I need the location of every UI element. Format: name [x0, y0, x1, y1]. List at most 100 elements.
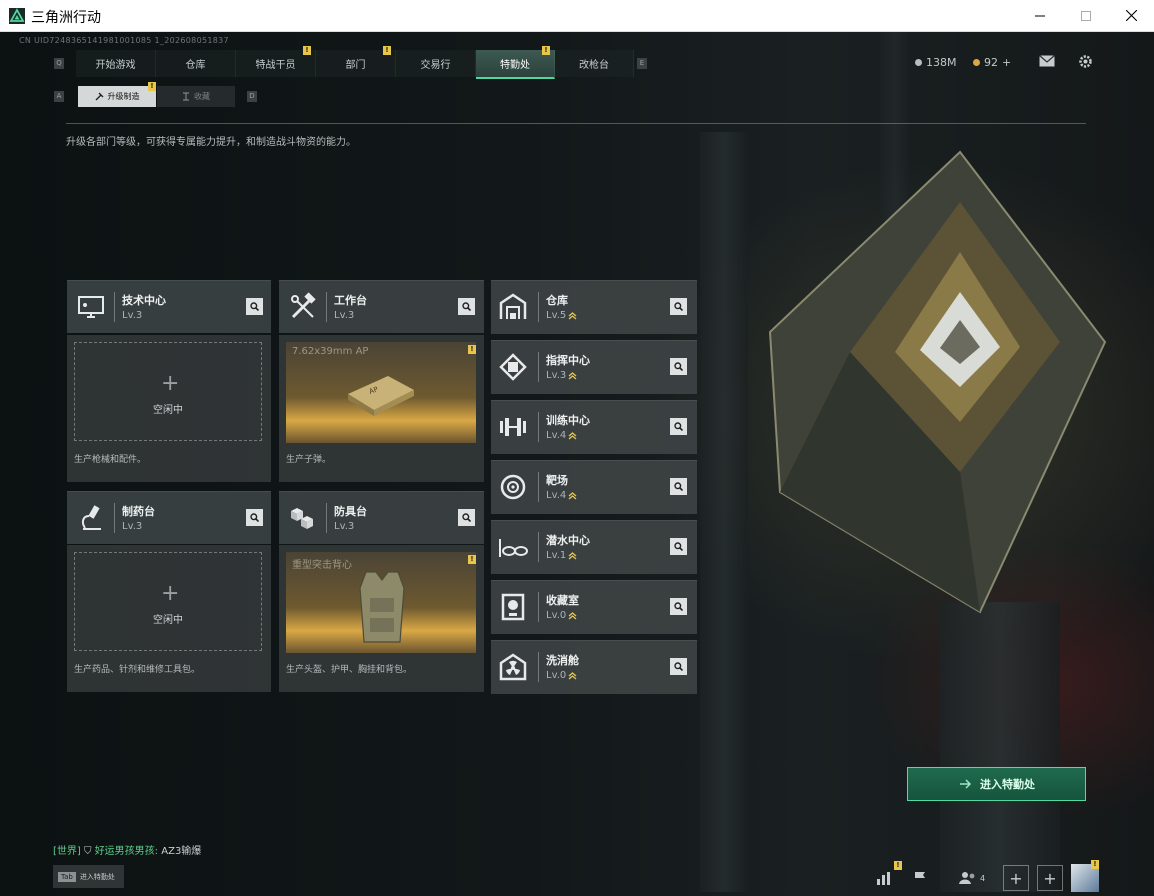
nav-next-key[interactable]: E [637, 58, 647, 69]
slot-status: 空闲中 [153, 405, 183, 416]
close-button[interactable] [1108, 0, 1154, 31]
workshop-workbench-header[interactable]: 工作台 Lv.3 [279, 280, 484, 333]
production-slot[interactable]: 7.62x39mm AP ! AP [286, 342, 476, 443]
enter-special-ops-button[interactable]: 进入特勤处 [907, 767, 1086, 801]
magnifier-icon [250, 513, 259, 522]
tab-label: 改枪台 [579, 60, 609, 71]
inspect-button[interactable] [670, 298, 687, 315]
settings-gear-icon[interactable] [1078, 54, 1093, 69]
tab-hint-label: 进入特勤处 [79, 872, 115, 881]
tab-trading[interactable]: 交易行 [396, 50, 476, 77]
tab-shortcut-hint[interactable]: Tab 进入特勤处 [53, 865, 124, 888]
workshop-description: 生产枪械和配件。 [74, 455, 147, 465]
facility-level: Lv.4 [546, 430, 577, 441]
magnifier-icon [674, 482, 683, 491]
inspect-button[interactable] [670, 658, 687, 675]
inspect-button[interactable] [670, 358, 687, 375]
stats-button[interactable]: ! [870, 861, 902, 891]
facility-diving-center[interactable]: 潜水中心 Lv.1 [491, 520, 697, 574]
inspect-button[interactable] [670, 538, 687, 555]
tab-operators[interactable]: 特战干员 ! [236, 46, 316, 77]
inspect-button[interactable] [670, 418, 687, 435]
tab-gunsmith[interactable]: 改枪台 [555, 50, 634, 77]
separator [326, 292, 327, 322]
subtab-upgrade-craft[interactable]: 升级制造 ! [78, 82, 156, 107]
tab-label: 特战干员 [255, 60, 296, 71]
world-chat-line[interactable]: [世界] ⛉ 好运男孩男孩: AZ3输爆 [53, 842, 201, 857]
player-avatar[interactable]: ! [1071, 860, 1099, 892]
subnav-next-key[interactable]: D [247, 91, 257, 102]
add-currency-button[interactable]: + [1002, 56, 1011, 69]
page-description: 升级各部门等级，可获得专属能力提升，和制造战斗物资的能力。 [66, 137, 356, 148]
facility-collection-room[interactable]: 收藏室 Lv.0 [491, 580, 697, 634]
inspect-button[interactable] [670, 478, 687, 495]
chat-shield-icon: ⛉ [84, 846, 92, 857]
subtab-collection[interactable]: 收藏 [157, 86, 235, 107]
minimize-button[interactable] [1017, 0, 1063, 31]
workshop-level: Lv.3 [334, 521, 354, 532]
facility-decontamination[interactable]: 洗消舱 Lv.0 [491, 640, 697, 694]
product-name: 7.62x39mm AP [292, 346, 369, 357]
inspect-button[interactable] [670, 598, 687, 615]
tab-label: 部门 [345, 60, 366, 71]
tab-special-ops[interactable]: 特勤处 ! [476, 46, 555, 79]
inspect-button[interactable] [458, 298, 475, 315]
window-titlebar: 三角洲行动 [0, 0, 1154, 32]
plus-icon: + [1043, 868, 1057, 888]
facility-shooting-range[interactable]: 靶场 Lv.4 [491, 460, 697, 514]
production-slot[interactable]: 重型突击背心 ! [286, 552, 476, 653]
tab-department[interactable]: 部门 ! [316, 46, 396, 77]
subnav-prev-key[interactable]: A [54, 91, 64, 102]
flag-button[interactable] [906, 865, 934, 891]
workshop-title: 技术中心 [122, 294, 166, 307]
plus-icon: + [161, 581, 180, 606]
facility-level: Lv.1 [546, 550, 577, 561]
notification-badge: ! [468, 555, 476, 564]
inspect-button[interactable] [458, 509, 475, 526]
maximize-button[interactable] [1063, 0, 1109, 31]
notification-badge: ! [383, 46, 391, 55]
facility-warehouse[interactable]: 仓库 Lv.5 [491, 280, 697, 334]
goggles-icon [499, 539, 528, 557]
ammo-box-icon: AP [348, 376, 414, 416]
mail-icon[interactable] [1039, 55, 1055, 67]
workshop-tech-center-header[interactable]: 技术中心 Lv.3 [67, 280, 271, 333]
level-text: Lv.3 [334, 310, 355, 321]
magnifier-icon [462, 513, 471, 522]
target-icon [500, 474, 526, 500]
facility-command-center[interactable]: 指挥中心 Lv.3 [491, 340, 697, 394]
inspect-button[interactable] [246, 298, 263, 315]
add-team-slot-button[interactable]: + [1003, 865, 1029, 891]
idle-production-slot[interactable]: + 空闲中 [74, 342, 262, 441]
separator [538, 352, 539, 382]
inspect-button[interactable] [246, 509, 263, 526]
add-team-slot-button[interactable]: + [1037, 865, 1063, 891]
notification-badge: ! [542, 46, 550, 55]
coin-balance[interactable]: 138M [915, 56, 957, 69]
tab-start-game[interactable]: 开始游戏 [76, 50, 156, 77]
chat-sender[interactable]: 好运男孩男孩: [95, 846, 158, 857]
friends-button[interactable]: 4 [952, 865, 992, 891]
workshop-pharmacy-header[interactable]: 制药台 Lv.3 [67, 491, 271, 544]
magnifier-icon [674, 542, 683, 551]
friends-count: 4 [979, 873, 986, 883]
magnifier-icon [674, 302, 683, 311]
level-text: Lv.4 [546, 490, 567, 501]
workshop-tech-center-body: + 空闲中 生产枪械和配件。 [67, 335, 271, 482]
tab-warehouse[interactable]: 仓库 [156, 50, 236, 77]
monitor-icon [78, 296, 104, 318]
chat-message: AZ3输爆 [161, 846, 202, 857]
separator [114, 292, 115, 322]
facility-level: Lv.3 [546, 370, 577, 381]
armor-vest-icon [359, 571, 405, 643]
level-text: Lv.4 [546, 430, 567, 441]
separator [326, 503, 327, 533]
facility-training-center[interactable]: 训练中心 Lv.4 [491, 400, 697, 454]
microscope-icon [81, 505, 101, 530]
nav-prev-key[interactable]: Q [54, 58, 64, 69]
separator [538, 532, 539, 562]
ticket-icon [973, 59, 980, 66]
workshop-armor-header[interactable]: 防具台 Lv.3 [279, 491, 484, 544]
ticket-balance[interactable]: 92 + [973, 56, 1011, 69]
idle-production-slot[interactable]: + 空闲中 [74, 552, 262, 651]
